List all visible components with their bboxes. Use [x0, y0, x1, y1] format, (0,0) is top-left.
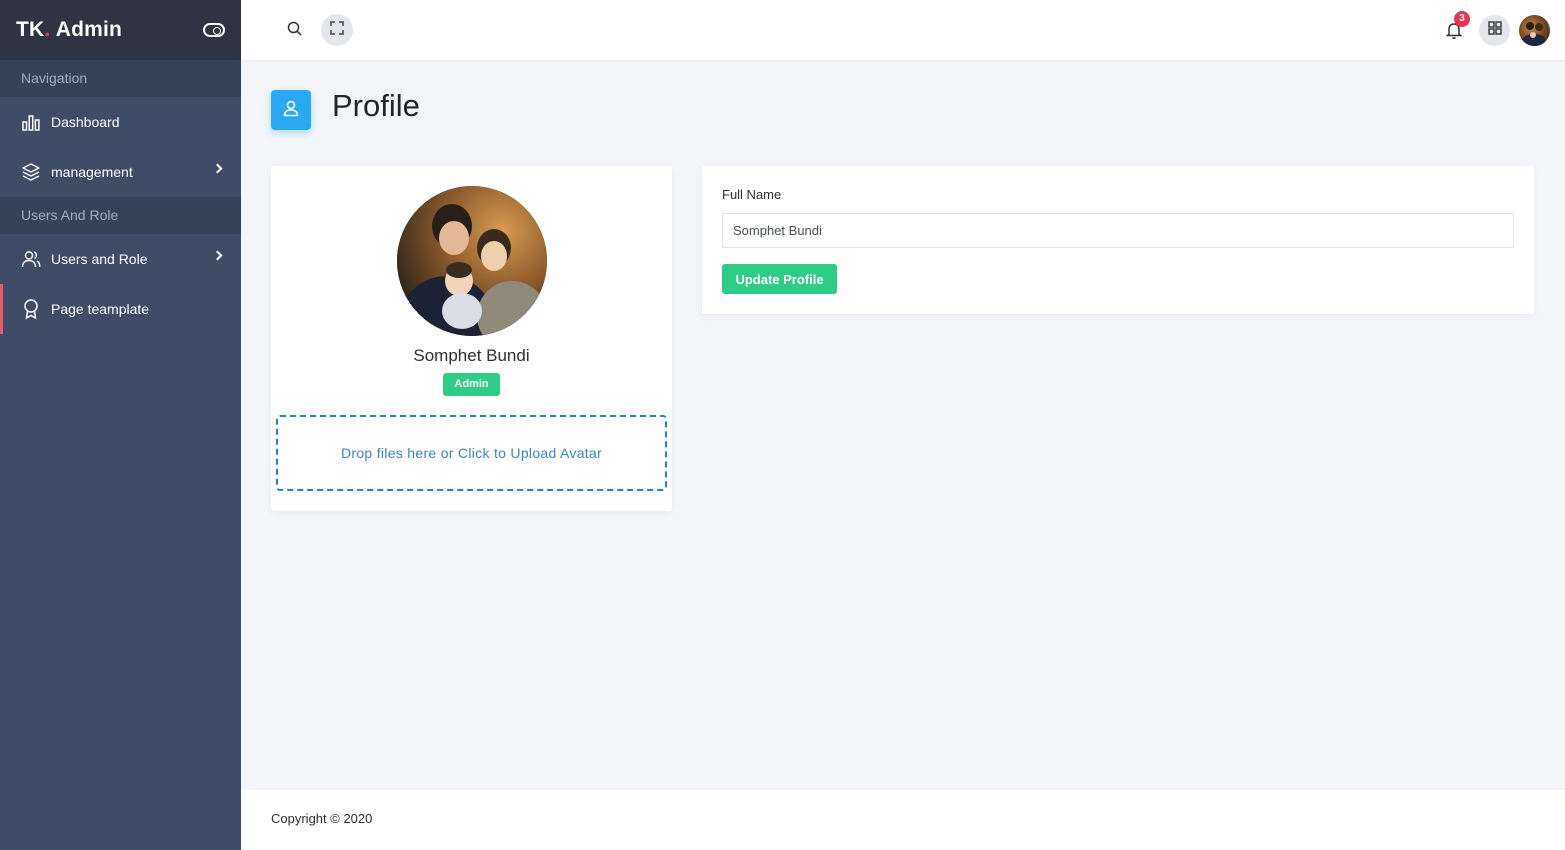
dropzone-text: Drop files here or Click to Upload Avata… — [340, 445, 603, 461]
sidebar-item-label: Dashboard — [51, 114, 120, 130]
top-header: 3 — [241, 0, 1565, 60]
section-users-and-role: Users And Role — [0, 197, 241, 234]
sidebar-item-label: management — [51, 164, 133, 180]
update-profile-button[interactable]: Update Profile — [722, 264, 837, 294]
avatar-upload-dropzone[interactable]: Drop files here or Click to Upload Avata… — [276, 415, 667, 491]
chevron-right-icon — [212, 250, 223, 261]
sidebar-item-dashboard[interactable]: Dashboard — [0, 97, 241, 147]
apps-icon — [1487, 21, 1502, 40]
layers-icon — [20, 161, 42, 183]
role-badge: Admin — [443, 373, 500, 396]
brand-suffix: Admin — [50, 18, 123, 41]
copyright-text: Copyright © 2020 — [271, 811, 373, 826]
award-icon — [20, 298, 42, 320]
brand-bar: TK. Admin — [0, 0, 241, 60]
profile-avatar — [397, 186, 547, 336]
header-avatar[interactable] — [1519, 15, 1550, 46]
sidebar-item-page-template[interactable]: Page teamplate — [0, 284, 241, 334]
footer: Copyright © 2020 — [241, 790, 1565, 850]
fullscreen-icon — [329, 20, 345, 41]
fullscreen-button[interactable] — [321, 14, 353, 46]
brand-logo[interactable]: TK. Admin — [16, 18, 122, 42]
sidebar-toggle-icon[interactable] — [203, 23, 225, 37]
brand-name: TK — [16, 18, 45, 41]
sidebar-item-label: Page teamplate — [51, 301, 150, 317]
users-icon — [20, 248, 42, 270]
sidebar-item-users-and-role[interactable]: Users and Role — [0, 234, 241, 284]
bar-chart-icon — [20, 111, 42, 133]
profile-card: Somphet Bundi Admin Drop files here or C… — [271, 166, 672, 511]
sidebar: TK. Admin Navigation Dashboard managemen… — [0, 0, 241, 850]
profile-name: Somphet Bundi — [413, 346, 530, 365]
page-title-icon — [271, 90, 311, 130]
apps-button[interactable] — [1479, 15, 1510, 46]
sidebar-item-label: Users and Role — [51, 251, 148, 267]
search-icon[interactable] — [286, 20, 304, 38]
page-title: Profile — [332, 88, 420, 123]
profile-form-card: Full Name Update Profile — [702, 166, 1534, 314]
full-name-label: Full Name — [722, 187, 782, 202]
user-icon — [282, 99, 300, 122]
section-navigation: Navigation — [0, 60, 241, 97]
full-name-input[interactable] — [722, 213, 1514, 248]
notification-badge: 3 — [1454, 11, 1470, 27]
sidebar-item-management[interactable]: management — [0, 147, 241, 197]
chevron-right-icon — [212, 163, 223, 174]
